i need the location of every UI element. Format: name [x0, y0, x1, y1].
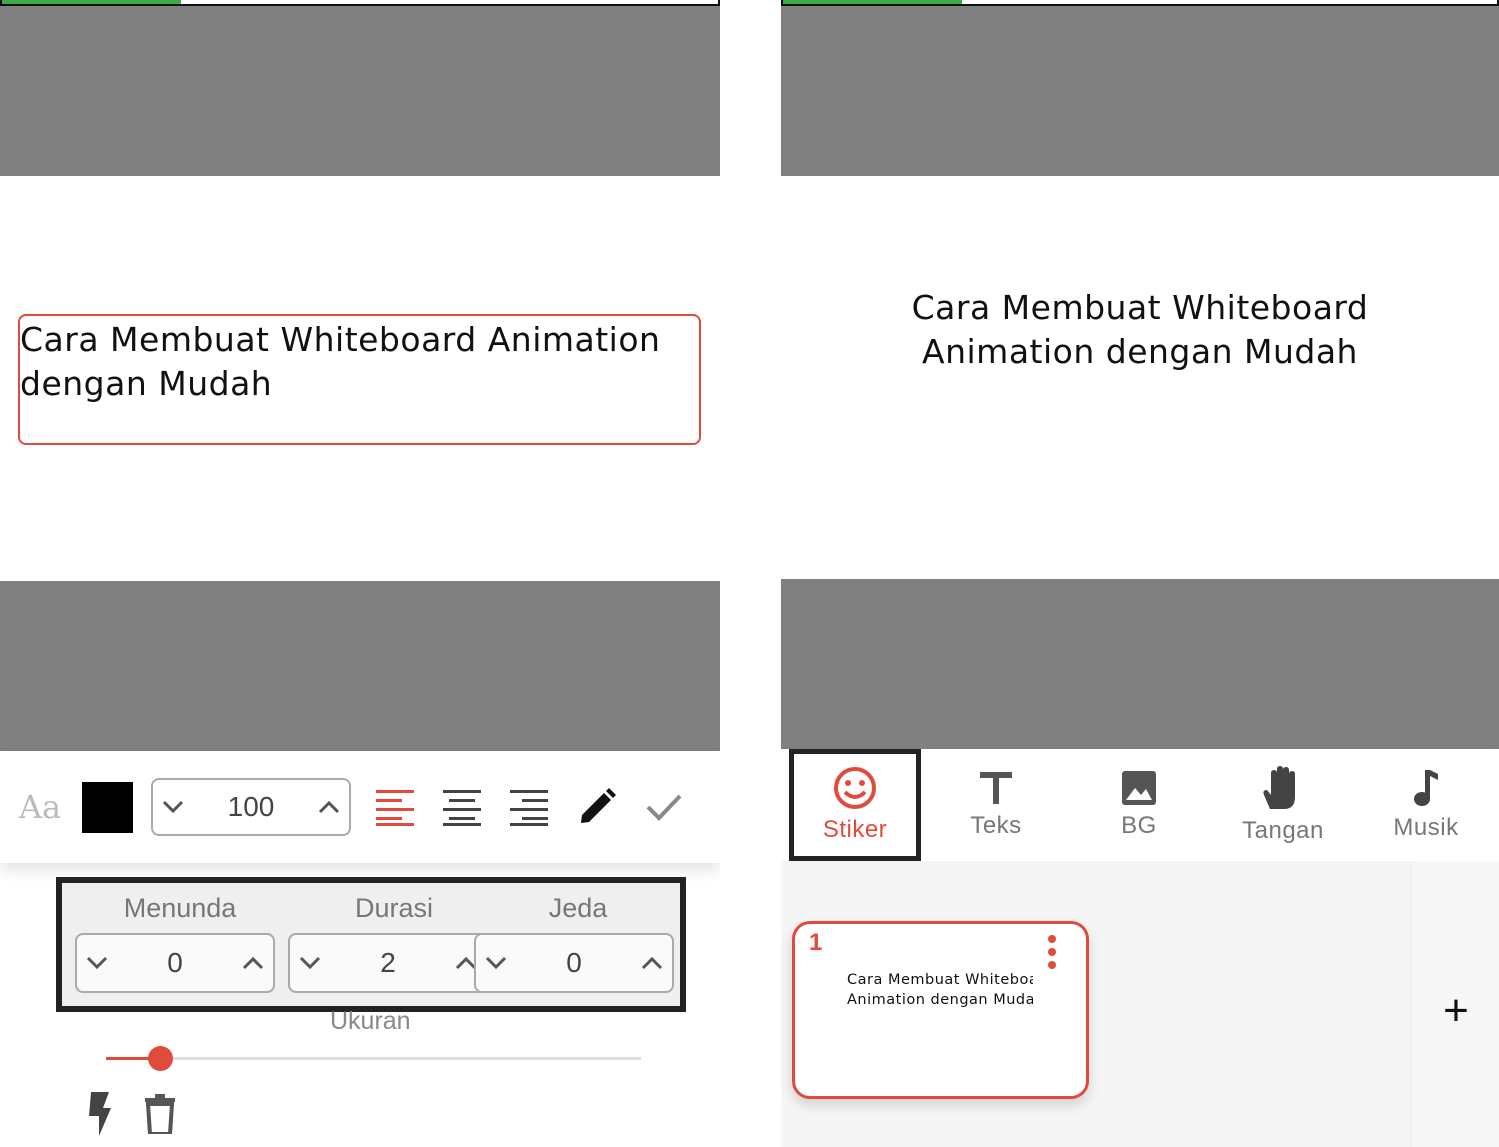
align-center-icon[interactable]: [437, 751, 487, 863]
text-color-swatch[interactable]: [82, 782, 133, 833]
scene-card[interactable]: 1 Cara Membuat Whiteboar Animation denga…: [792, 921, 1089, 1099]
delay-value[interactable]: 0: [117, 947, 233, 979]
chevron-down-icon[interactable]: [476, 935, 516, 991]
text-editor-panel: Cara Membuat Whiteboard Animation dengan…: [0, 0, 720, 1147]
text-size-value[interactable]: 100: [193, 791, 309, 823]
pause-label: Jeda: [548, 893, 608, 923]
plus-icon: +: [1443, 986, 1469, 1035]
chevron-down-icon[interactable]: [77, 935, 117, 991]
canvas-text-line: Cara Membuat Whiteboard Animation: [20, 320, 661, 359]
font-button[interactable]: Aa: [14, 751, 66, 863]
preview-canvas-text[interactable]: Cara Membuat Whiteboard Animation dengan…: [781, 286, 1499, 374]
scene-number: 1: [809, 929, 823, 956]
size-label: Ukuran: [330, 1007, 411, 1035]
pause-stepper: 0: [474, 933, 674, 993]
canvas-margin-bottom: [0, 581, 720, 751]
progress-fill: [783, 0, 962, 4]
tab-bg[interactable]: BG: [1074, 749, 1204, 861]
tab-label: BG: [1121, 812, 1157, 839]
text-edit-box[interactable]: Cara Membuat Whiteboard Animation dengan…: [18, 314, 701, 445]
align-left-icon[interactable]: [370, 751, 420, 863]
tab-label: Musik: [1393, 814, 1459, 841]
trash-icon[interactable]: [140, 1090, 180, 1138]
timing-controls: Menunda Durasi Jeda 0 2 0: [56, 877, 686, 1012]
thumb-text-line: Animation dengan Mudah: [847, 992, 1033, 1008]
preview-panel: Cara Membuat Whiteboard Animation dengan…: [781, 0, 1499, 1147]
text-format-toolbar: Aa 100: [0, 751, 720, 863]
align-right-icon[interactable]: [504, 751, 554, 863]
delay-stepper: 0: [75, 933, 275, 993]
more-vertical-icon[interactable]: [1046, 934, 1058, 970]
tab-teks[interactable]: Teks: [931, 749, 1061, 861]
text-t-icon: [980, 772, 1012, 804]
thumb-text-line: Cara Membuat Whiteboar: [847, 972, 1033, 988]
canvas-text-line: Cara Membuat Whiteboard: [911, 288, 1369, 327]
tab-label: Tangan: [1242, 817, 1324, 844]
duration-stepper: 2: [288, 933, 488, 993]
tab-musik[interactable]: Musik: [1361, 749, 1491, 861]
chevron-down-icon[interactable]: [153, 780, 193, 834]
duration-value[interactable]: 2: [330, 947, 446, 979]
hand-icon: [1263, 766, 1295, 809]
lightning-icon[interactable]: [80, 1090, 120, 1138]
duration-label: Durasi: [354, 893, 434, 923]
canvas-text-line: Animation dengan Mudah: [922, 332, 1358, 371]
image-icon: [1122, 771, 1156, 805]
pause-value[interactable]: 0: [516, 947, 632, 979]
check-icon[interactable]: [639, 751, 689, 863]
add-scene-button[interactable]: +: [1412, 981, 1499, 1041]
chevron-up-icon[interactable]: [233, 935, 273, 991]
canvas-margin-top: [781, 6, 1499, 176]
size-slider-thumb[interactable]: [147, 1046, 173, 1071]
canvas-text-line: dengan Mudah: [20, 364, 273, 403]
element-tab-bar: Stiker Teks BG Tangan Musik: [781, 749, 1499, 861]
tab-label: Teks: [970, 812, 1022, 839]
canvas-margin-bottom: [781, 579, 1499, 749]
tab-label: Stiker: [822, 816, 888, 843]
music-note-icon: [1414, 770, 1438, 806]
progress-fill: [2, 0, 181, 4]
add-scene-column: +: [1411, 861, 1499, 1147]
scene-thumbnail-text: Cara Membuat Whiteboar Animation dengan …: [847, 970, 1033, 1010]
text-size-stepper: 100: [151, 778, 351, 836]
pencil-icon[interactable]: [572, 751, 622, 863]
smiley-icon: [834, 767, 876, 809]
tab-stiker[interactable]: Stiker: [789, 749, 921, 861]
chevron-down-icon[interactable]: [290, 935, 330, 991]
canvas-text[interactable]: Cara Membuat Whiteboard Animation dengan…: [20, 318, 660, 406]
size-slider[interactable]: [106, 1046, 641, 1071]
font-button-label: Aa: [18, 788, 62, 826]
chevron-up-icon[interactable]: [309, 780, 349, 834]
canvas-margin-top: [0, 6, 720, 176]
delay-label: Menunda: [123, 893, 237, 923]
chevron-up-icon[interactable]: [632, 935, 672, 991]
tab-tangan[interactable]: Tangan: [1218, 749, 1348, 861]
scene-list: 1 Cara Membuat Whiteboar Animation denga…: [781, 861, 1411, 1147]
